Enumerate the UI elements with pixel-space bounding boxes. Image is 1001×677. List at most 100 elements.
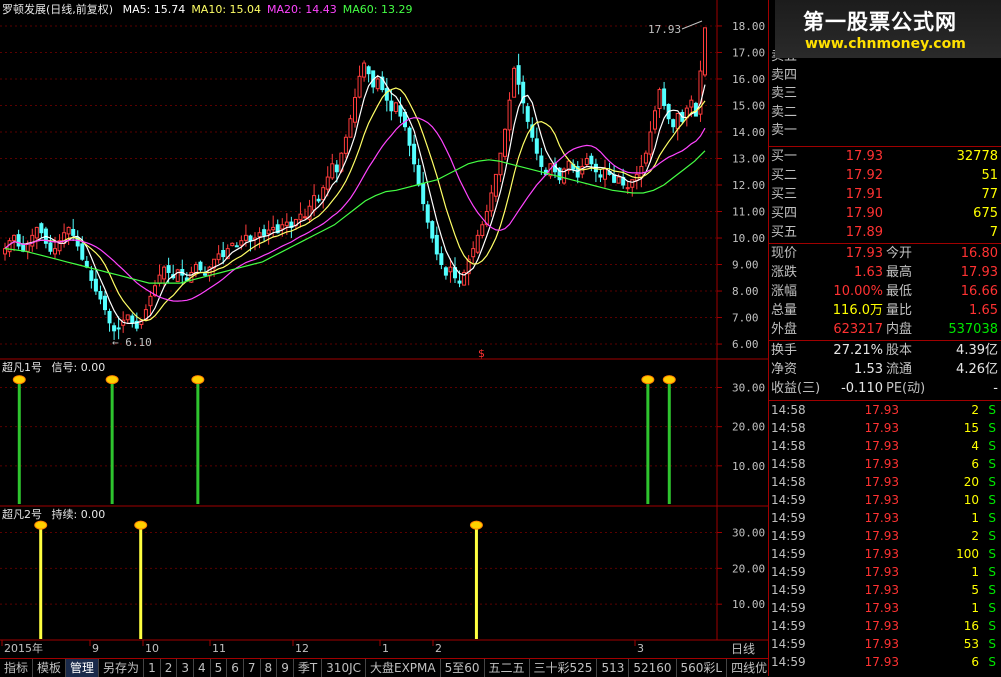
x-axis-label: 9 [92, 642, 99, 655]
candle-body [603, 168, 607, 180]
trade-side: S [988, 511, 996, 525]
ma-legend: MA5: 15.74 MA10: 15.04 MA20: 14.43 MA60: 13… [123, 3, 419, 16]
trade-volume: 10 [963, 493, 979, 507]
fund-value-2: 4.26亿 [956, 362, 998, 377]
trade-side: S [988, 547, 996, 561]
trade-time: 14:59 [771, 493, 806, 507]
signal1-value: 信号: 0.00 [51, 361, 106, 374]
sell-label: 卖二 [771, 104, 798, 120]
indicator-tab-3[interactable]: 另存为 [99, 659, 145, 677]
buy-volume: 77 [981, 187, 998, 202]
indicator-tab-7[interactable]: 4 [194, 659, 211, 677]
buy-volume: 675 [973, 206, 998, 221]
trade-side: S [988, 583, 996, 597]
trade-price: 17.93 [864, 529, 899, 543]
ma-label-3: MA60: 13.29 [342, 3, 413, 16]
candle-body [439, 253, 444, 266]
candle-body [316, 198, 321, 202]
trade-time: 14:58 [771, 421, 806, 435]
trade-time: 14:58 [771, 457, 806, 471]
candle-body [534, 138, 539, 154]
candle-body [203, 273, 207, 276]
trade-side: S [988, 529, 996, 543]
indicator-tab-19[interactable]: 513 [597, 659, 630, 677]
x-axis-label: 12 [295, 642, 309, 655]
indicator-tab-14[interactable]: 310JC [322, 659, 366, 677]
price-tick-label: 17.00 [732, 46, 765, 59]
indicator-tab-15[interactable]: 大盘EXPMA [366, 659, 441, 677]
candle-body [443, 267, 448, 276]
panel-separator [769, 146, 1001, 147]
trade-volume: 16 [963, 619, 979, 633]
trade-price: 17.93 [864, 421, 899, 435]
trade-row: 14:58 17.93 15 S [769, 419, 1001, 437]
price-tick-label: 7.00 [732, 312, 759, 325]
indicator-tab-16[interactable]: 5至60 [441, 659, 485, 677]
indicator-tab-6[interactable]: 3 [177, 659, 194, 677]
signal2-value: 持续: 0.00 [51, 508, 106, 521]
indicator-tab-20[interactable]: 52160 [629, 659, 677, 677]
candle-body [584, 157, 589, 166]
indicator-tab-0[interactable]: 指标 [0, 659, 34, 677]
indicator-tab-9[interactable]: 6 [227, 659, 244, 677]
candle-body [80, 243, 85, 260]
indicator-tab-21[interactable]: 560彩L [677, 659, 728, 677]
x-axis-label: 10 [145, 642, 159, 655]
candle-body [643, 152, 648, 164]
event-marker: $ [478, 347, 485, 360]
trade-time: 14:58 [771, 439, 806, 453]
indicator-tab-11[interactable]: 8 [261, 659, 278, 677]
stat-row-2: 涨幅 10.00% 最低 16.66 [769, 283, 1001, 301]
high-annotation: 17.93 [648, 23, 681, 36]
candle-body [430, 221, 435, 239]
signal1-ingot-icon [641, 375, 655, 385]
chart-area[interactable]: 18.00 17.00 16.00 15.00 14.00 13.00 12.00 11.00… [0, 0, 768, 656]
stat-value: 116.0万 [832, 303, 883, 318]
trade-row: 14:58 17.93 20 S [769, 473, 1001, 491]
indicator-tab-13[interactable]: 季T [294, 659, 323, 677]
trade-volume: 1 [971, 565, 979, 579]
indicator-tab-8[interactable]: 5 [211, 659, 228, 677]
trade-price: 17.93 [864, 565, 899, 579]
candle-body [234, 245, 239, 248]
indicator-tab-5[interactable]: 2 [161, 659, 178, 677]
candle-body [598, 174, 603, 178]
sell-row-3: 卖二 [769, 104, 1001, 122]
candle-body [216, 253, 221, 261]
candle-body [489, 192, 494, 212]
candle-body [393, 102, 398, 112]
candle-body [480, 224, 485, 237]
indicator-tab-22[interactable]: 四线优 [727, 659, 768, 677]
indicator-tab-18[interactable]: 三十彩525 [530, 659, 598, 677]
candle-body [630, 179, 635, 188]
sell-row-1: 卖四 [769, 67, 1001, 85]
indicator-tab-10[interactable]: 7 [244, 659, 261, 677]
indicator-tab-12[interactable]: 9 [277, 659, 294, 677]
trade-row: 14:58 17.93 4 S [769, 437, 1001, 455]
indicator-tab-17[interactable]: 五二五 [485, 659, 530, 677]
period-label[interactable]: 日线 [718, 641, 768, 657]
indicator-tab-2[interactable]: 管理 [66, 659, 100, 677]
signal2-tick-label: 30.00 [732, 527, 765, 540]
candle-body [421, 182, 426, 205]
candle-body [389, 100, 394, 112]
candle-body [298, 213, 303, 221]
kline-chart[interactable]: 18.0017.0016.0015.0014.0013.0012.0011.00… [0, 0, 768, 658]
trade-price: 17.93 [864, 601, 899, 615]
candle-body [175, 269, 180, 282]
fund-label-2: 流通 [886, 362, 913, 377]
candle-body [516, 65, 521, 85]
trade-side: S [988, 565, 996, 579]
trade-side: S [988, 601, 996, 615]
buy-price: 17.90 [845, 206, 883, 221]
trade-row: 14:59 17.93 53 S [769, 635, 1001, 653]
candle-body [66, 226, 71, 235]
trade-price: 17.93 [864, 475, 899, 489]
indicator-tab-1[interactable]: 模板 [33, 659, 67, 677]
fund-row-1: 净资 1.53 流通 4.26亿 [769, 361, 1001, 379]
candle-body [239, 240, 244, 246]
candle-body [103, 295, 107, 311]
candle-body [53, 248, 57, 255]
indicator-tab-4[interactable]: 1 [144, 659, 161, 677]
logo-url: www.chnmoney.com [805, 36, 966, 52]
